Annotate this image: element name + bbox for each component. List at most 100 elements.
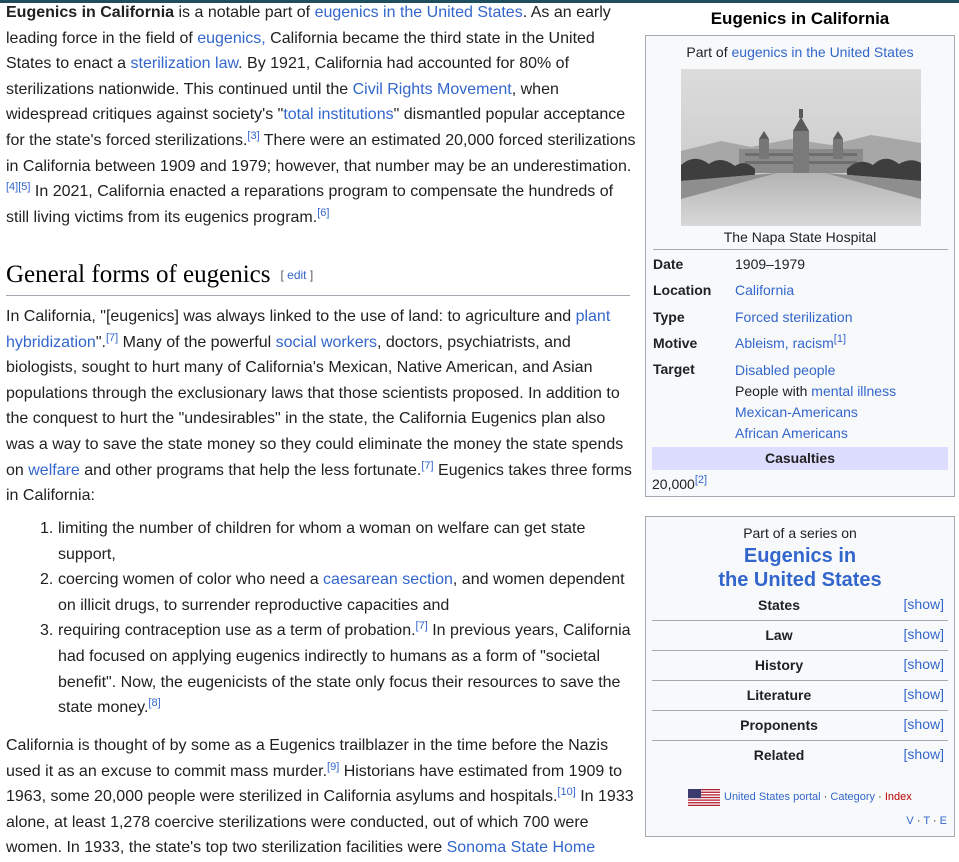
forms-paragraph: In California, "[eugenics] was always li…: [6, 304, 638, 509]
edit-bracket: ]: [306, 268, 314, 282]
citation-ref[interactable]: [4]: [6, 181, 18, 193]
category-link[interactable]: Category: [830, 791, 875, 803]
show-toggle[interactable]: [show]: [904, 626, 944, 642]
link-sonoma-state-home[interactable]: Sonoma State Home: [447, 839, 596, 856]
article-subject: Eugenics in California: [6, 4, 175, 21]
list-number: 2.: [40, 571, 54, 589]
series-title[interactable]: Eugenics in the United States: [646, 544, 954, 592]
series-prefix: Part of a series on: [743, 525, 857, 541]
series-title-line[interactable]: the United States: [646, 568, 954, 592]
history-paragraph: California is thought of by some as a Eu…: [6, 733, 638, 861]
citation-ref[interactable]: [6]: [317, 207, 329, 219]
series-row-states: States [show]: [652, 591, 948, 621]
show-toggle[interactable]: [show]: [904, 716, 944, 732]
row-label-date: Date: [653, 256, 684, 272]
show-toggle[interactable]: [show]: [904, 656, 944, 672]
edit-template-link[interactable]: E: [940, 815, 947, 827]
show-toggle[interactable]: [show]: [904, 746, 944, 762]
edit-section: [ edit ]: [280, 268, 313, 282]
series-row-proponents: Proponents [show]: [652, 711, 948, 741]
link-civil-rights-movement[interactable]: Civil Rights Movement: [353, 81, 512, 98]
list-text: requiring contraception use as a term of…: [58, 622, 416, 640]
infobox: Part of eugenics in the United States Th…: [645, 35, 955, 497]
casualties-header: Casualties: [652, 447, 948, 470]
edit-link[interactable]: edit: [287, 268, 306, 282]
body-text: In California, "[eugenics] was always li…: [6, 308, 576, 325]
napa-hospital-photo[interactable]: [681, 69, 921, 226]
link-total-institutions[interactable]: total institutions: [283, 106, 393, 123]
link-welfare[interactable]: welfare: [28, 462, 80, 479]
list-number: 3.: [40, 622, 54, 640]
series-row-label: Related: [753, 747, 805, 763]
list-number: 1.: [40, 520, 54, 537]
series-portal-footer: United States portal · Category · Index: [688, 787, 912, 807]
mental-illness-link[interactable]: mental illness: [811, 383, 896, 399]
link-social-workers[interactable]: social workers: [276, 334, 377, 351]
target-african-americans[interactable]: African Americans: [735, 425, 848, 441]
index-link[interactable]: Index: [885, 791, 912, 803]
citation-ref[interactable]: [9]: [327, 761, 339, 773]
link-caesarean-section[interactable]: caesarean section: [323, 571, 453, 588]
link-sterilization-law[interactable]: sterilization law: [131, 55, 239, 72]
citation-ref[interactable]: [5]: [18, 181, 30, 193]
citation-ref[interactable]: [7]: [416, 620, 428, 632]
intro-text: is a notable part of: [174, 4, 315, 21]
show-toggle[interactable]: [show]: [904, 596, 944, 612]
show-toggle[interactable]: [show]: [904, 686, 944, 702]
infobox-partof: Part of eugenics in the United States: [646, 44, 954, 60]
citation-ref[interactable]: [8]: [148, 697, 160, 709]
vte-separator: ·: [929, 815, 940, 827]
intro-text: In 2021, California enacted a reparation…: [6, 183, 614, 226]
intro-paragraph: Eugenics in California is a notable part…: [6, 0, 638, 230]
body-text: , doctors, psychiatrists, and biologists…: [6, 333, 624, 479]
series-row-label: Law: [765, 627, 793, 643]
series-row-label: States: [757, 597, 801, 613]
row-label-motive: Motive: [653, 335, 698, 351]
vte-links: V · T · E: [906, 815, 947, 827]
link-eugenics[interactable]: eugenics,: [197, 30, 266, 47]
body-text: ".: [95, 333, 106, 351]
view-template-link[interactable]: V: [906, 815, 913, 827]
partof-link[interactable]: eugenics in the United States: [732, 44, 914, 60]
body-text: Many of the powerful: [118, 333, 276, 351]
target-disabled-people[interactable]: Disabled people: [735, 362, 835, 378]
row-label-type: Type: [653, 309, 685, 325]
section-heading-text: General forms of eugenics: [6, 261, 271, 288]
series-title-line[interactable]: Eugenics in: [646, 544, 954, 568]
series-row-law: Law [show]: [652, 621, 948, 651]
series-row-label: Literature: [746, 687, 812, 703]
casualties-value: 20,000[2]: [652, 474, 707, 493]
series-row-label: Proponents: [740, 717, 818, 733]
series-navbox: Part of a series on Eugenics in the Unite…: [645, 516, 955, 837]
footer-separator: ·: [820, 791, 831, 803]
citation-ref[interactable]: [7]: [421, 460, 433, 472]
citation-ref[interactable]: [1]: [834, 333, 846, 345]
casualties-number: 20,000: [652, 476, 695, 492]
citation-ref[interactable]: [2]: [695, 474, 707, 486]
row-value-motive: Ableism, racism[1]: [735, 333, 846, 352]
partof-text: Part of: [686, 44, 732, 60]
citation-ref[interactable]: [10]: [557, 786, 575, 798]
row-value-location[interactable]: California: [735, 282, 794, 298]
citation-ref[interactable]: [7]: [106, 332, 118, 344]
photo-caption: The Napa State Hospital: [723, 229, 877, 245]
eugenics-forms-list: 1. limiting the number of children for wh…: [40, 516, 638, 721]
row-label-target: Target: [653, 361, 695, 377]
infobox-title: Eugenics in California: [710, 9, 890, 28]
list-item: 3. requiring contraception use as a term …: [40, 618, 638, 720]
list-text: coercing women of color who need a: [58, 571, 324, 589]
us-flag-icon: [688, 788, 720, 806]
target-mental-illness: People with mental illness: [735, 381, 896, 402]
list-item: 2. coercing women of color who need a cae…: [40, 567, 638, 618]
row-value-type[interactable]: Forced sterilization: [735, 309, 853, 325]
infobox-divider: [653, 249, 948, 250]
link-eugenics-us[interactable]: eugenics in the United States: [315, 4, 523, 21]
series-row-related: Related [show]: [652, 741, 948, 771]
list-item: 1. limiting the number of children for wh…: [40, 516, 638, 567]
motive-link[interactable]: Ableism, racism: [735, 335, 834, 351]
citation-ref[interactable]: [3]: [247, 130, 259, 142]
series-row-history: History [show]: [652, 651, 948, 681]
vte-separator: ·: [913, 815, 924, 827]
target-mexican-americans[interactable]: Mexican-Americans: [735, 404, 858, 420]
portal-link[interactable]: United States portal: [724, 791, 821, 803]
